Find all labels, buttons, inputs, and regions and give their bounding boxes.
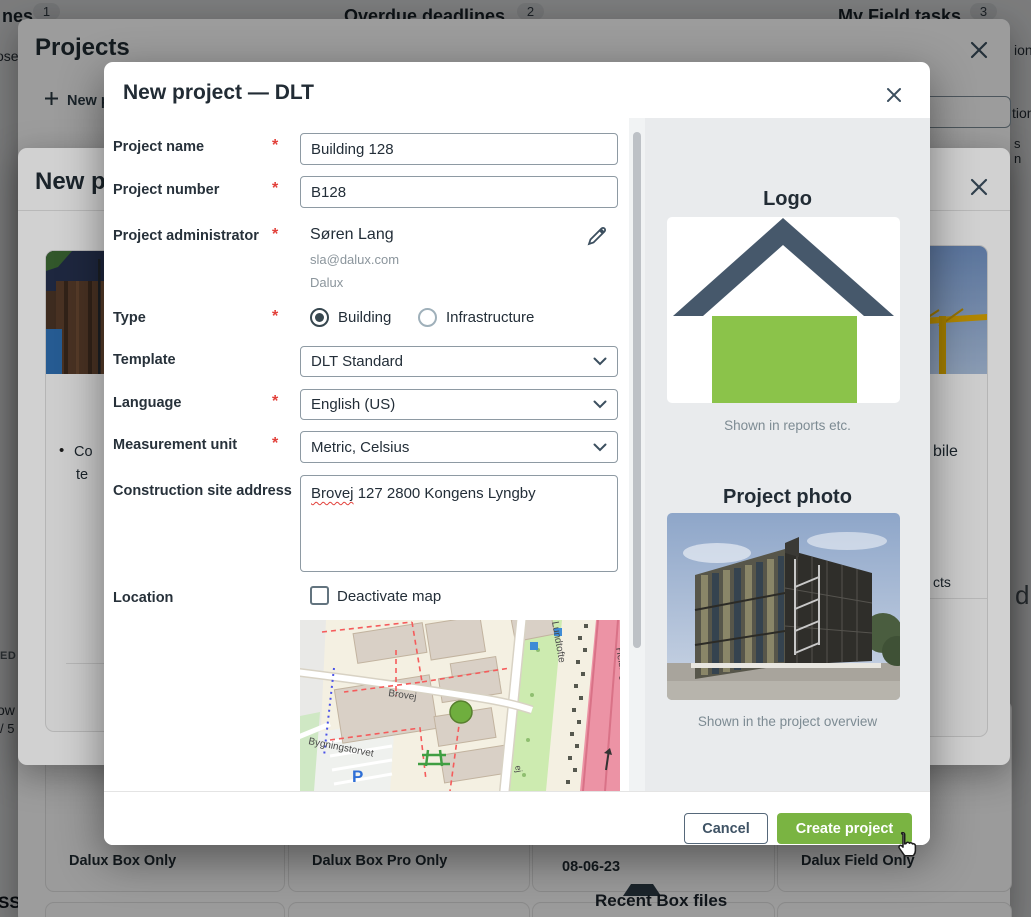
required-marker: * [272,308,278,326]
administrator-company: Dalux [310,275,343,290]
map-location-marker [450,701,472,723]
template-select-value: DLT Standard [311,353,403,370]
dialog-form-scroll-area: Project name * Project number * Project … [104,118,629,791]
close-icon[interactable] [884,85,906,107]
dalux-logo [667,217,900,403]
logo-upload-box[interactable] [667,217,900,403]
language-select[interactable]: English (US) [300,389,618,420]
construction-site-address-textarea[interactable]: Brovej 127 2800 Kongens Lyngby [300,475,618,572]
radio-building[interactable] [310,308,329,327]
project-photo [667,513,900,700]
type-label: Type [113,310,146,326]
deactivate-map-label[interactable]: Deactivate map [337,588,441,605]
required-marker: * [272,137,278,155]
required-marker: * [272,180,278,198]
location-label: Location [113,590,173,606]
logo-caption: Shown in reports etc. [645,418,930,433]
location-map[interactable]: Brovej Bygningstorvet Lundtofte ej Helsi… [300,620,620,791]
project-name-label: Project name [113,139,204,155]
photo-section-title: Project photo [645,486,930,509]
measurement-unit-select[interactable]: Metric, Celsius [300,431,618,463]
language-select-value: English (US) [311,396,395,413]
logo-section-title: Logo [645,188,930,211]
mouse-cursor [894,831,918,864]
screen: nes 1 Overdue deadlines 2 My Field tasks… [0,0,1031,917]
project-administrator-label: Project administrator [113,228,259,244]
cancel-button[interactable]: Cancel [684,813,768,844]
radio-infrastructure-label[interactable]: Infrastructure [446,309,534,326]
construction-site-address-label: Construction site address [113,483,292,499]
radio-infrastructure[interactable] [418,308,437,327]
radio-dot [315,313,324,322]
form-scrollbar-thumb[interactable] [633,132,641,648]
required-marker: * [272,435,278,453]
map-parking-label: P [352,767,363,786]
project-number-input[interactable] [300,176,618,208]
chevron-down-icon [593,396,607,413]
new-project-dialog: New project — DLT Project name * Project… [104,62,930,845]
address-word-misspelled: Brovej [311,485,354,502]
project-number-label: Project number [113,182,219,198]
chevron-down-icon [593,353,607,370]
create-project-button[interactable]: Create project [777,813,912,844]
project-photo-box[interactable] [667,513,900,700]
deactivate-map-checkbox[interactable] [310,586,329,605]
measurement-unit-label: Measurement unit [113,437,237,453]
project-name-input[interactable] [300,133,618,165]
photo-caption: Shown in the project overview [645,714,930,729]
measurement-unit-select-value: Metric, Celsius [311,439,409,456]
radio-building-label[interactable]: Building [338,309,391,326]
template-label: Template [113,352,176,368]
administrator-email: sla@dalux.com [310,252,399,267]
address-rest: 127 2800 Kongens Lyngby [354,485,536,502]
required-marker: * [272,226,278,244]
administrator-name: Søren Lang [310,226,394,244]
dialog-footer: Cancel Create project [104,791,930,845]
chevron-down-icon [593,439,607,456]
required-marker: * [272,393,278,411]
language-label: Language [113,395,181,411]
template-select[interactable]: DLT Standard [300,346,618,377]
edit-pencil-icon[interactable] [585,224,609,248]
dialog-right-panel: Logo Shown in reports etc. Project photo [645,118,930,791]
dialog-title: New project — DLT [123,81,314,105]
